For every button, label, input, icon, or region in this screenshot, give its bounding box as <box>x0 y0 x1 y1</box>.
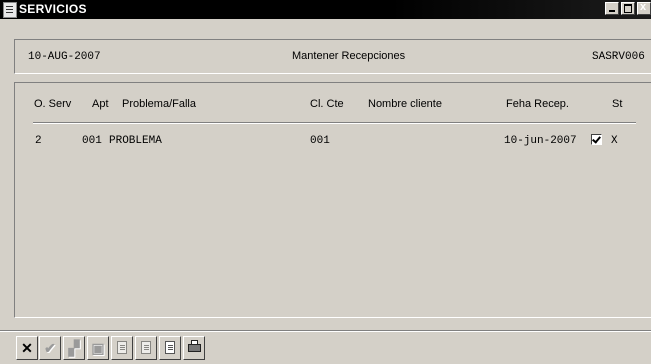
minimize-button[interactable] <box>605 2 619 15</box>
window-title: SERVICIOS <box>19 2 87 16</box>
column-header-problema: Problema/Falla <box>122 98 196 110</box>
cancel-button[interactable]: ✕ <box>16 336 38 360</box>
copy-icon: ▞ <box>68 340 80 356</box>
new-record-button[interactable] <box>159 336 181 360</box>
header-divider <box>33 122 636 124</box>
print-button[interactable] <box>183 336 205 360</box>
column-header-o-serv: O. Serv <box>34 98 72 110</box>
maximize-button[interactable] <box>621 2 635 15</box>
cell-cl-cte[interactable]: 001 <box>310 135 330 147</box>
screen-title: Mantener Recepciones <box>292 50 406 62</box>
next-record-button[interactable] <box>135 336 157 360</box>
receptions-grid: O. Serv Apt Problema/Falla Cl. Cte Nombr… <box>14 82 651 318</box>
title-bar: SERVICIOS x <box>0 0 651 19</box>
close-icon: x <box>640 1 647 13</box>
check-icon: ✔ <box>44 340 56 356</box>
column-header-fecha-recep: Feha Recep. <box>506 98 569 110</box>
delete-icon: ▣ <box>91 340 105 356</box>
close-button[interactable]: x <box>637 1 651 15</box>
program-code: SASRV006 <box>592 51 645 63</box>
document-prev-icon <box>117 341 127 354</box>
previous-record-button[interactable] <box>111 336 133 360</box>
column-header-cl-cte: Cl. Cte <box>310 98 344 110</box>
current-date: 10-AUG-2007 <box>28 51 101 63</box>
cell-o-serv[interactable]: 2 <box>35 135 42 147</box>
cell-fecha-recep[interactable]: 10-jun-2007 <box>504 135 577 147</box>
accept-button[interactable]: ✔ <box>39 336 61 360</box>
copy-button[interactable]: ▞ <box>63 336 85 360</box>
document-icon <box>165 341 175 354</box>
delete-button[interactable]: ▣ <box>87 336 109 360</box>
cell-apt[interactable]: 001 <box>82 135 102 147</box>
printer-icon <box>188 340 201 352</box>
column-header-st: St <box>612 98 623 110</box>
x-icon: ✕ <box>21 340 33 356</box>
column-header-nombre-cliente: Nombre cliente <box>368 98 442 110</box>
toolbar-separator <box>0 330 651 332</box>
cell-problema[interactable]: PROBLEMA <box>109 135 162 147</box>
column-header-apt: Apt <box>92 98 109 110</box>
header-panel: 10-AUG-2007 Mantener Recepciones SASRV00… <box>14 39 651 74</box>
row-checkbox[interactable] <box>591 134 602 145</box>
document-next-icon <box>141 341 151 354</box>
document-icon <box>3 2 17 18</box>
cell-st[interactable]: X <box>611 135 618 147</box>
